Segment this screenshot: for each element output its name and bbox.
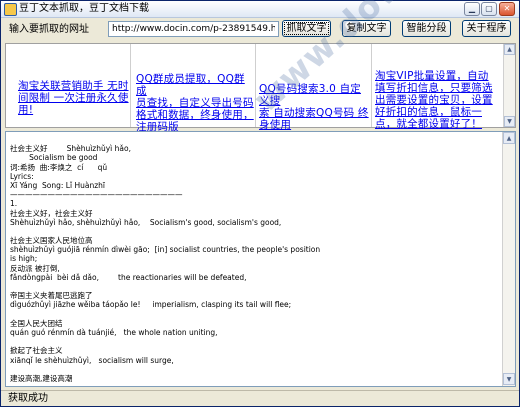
ad-cell-2: QQ群成员提取，QQ群成 员查找，自定义导出号码 格式和数据，终身使用， 注册码… — [131, 44, 256, 133]
text-scrollbar[interactable]: ▲ ▼ — [502, 132, 515, 386]
text-line: Shèhuìzhǔyì hǎo, shèhuìzhǔyì hǎo, Social… — [10, 217, 282, 227]
status-text: 获取成功 — [8, 393, 48, 404]
ad-line: 点，就全都设置好了！ — [375, 118, 482, 130]
scroll-up-icon[interactable]: ▲ — [504, 44, 515, 55]
url-label: 输入要抓取的网址 — [9, 24, 89, 35]
ad-line: QQ号码搜索3.0 自定义搜 — [259, 83, 361, 107]
ad-line: 格式和数据，终身使用， — [136, 109, 254, 121]
text-line: 掀起了社会主义 — [10, 346, 63, 356]
minimize-button[interactable]: ▁ — [464, 2, 480, 16]
text-line: 社会主义好，社会主义好 — [10, 208, 93, 218]
text-line: fǎndòngpài bèi dǎ dǎo, the reactionaries… — [10, 272, 247, 282]
text-line: is high; — [10, 254, 38, 264]
text-line — [10, 227, 498, 236]
status-bar: 获取成功 — [1, 390, 519, 407]
text-line: 建设高潮,建设高潮 — [10, 373, 73, 383]
ad-scrollbar[interactable]: ▲ ▼ — [503, 44, 515, 127]
text-line: shèhuìzhǔyì guójiā rénmín dìwèi gāo; [in… — [10, 245, 321, 255]
ad-line: 员查找，自定义导出号码 — [136, 97, 254, 109]
ad-line: 淘宝关联营销助手 无时 — [18, 80, 129, 92]
scroll-down-icon[interactable]: ▼ — [503, 373, 515, 385]
text-content[interactable]: 社会主义好 Shèhuìzhǔyì hǎo, Socialism be good… — [10, 135, 498, 383]
text-line: quán guó rénmín dà tuánjié, the whole na… — [10, 327, 218, 337]
ad-line: 出需要设置的宝贝，设置 — [375, 94, 493, 106]
text-line — [10, 337, 498, 346]
app-icon — [4, 3, 17, 16]
url-input[interactable] — [108, 21, 279, 37]
ad-line: 索 自动搜索QQ号码 终 — [259, 107, 369, 119]
ad-line: 间限制 一次注册永久使 — [18, 92, 129, 104]
text-line — [10, 310, 498, 319]
smart-paragraph-button[interactable]: 智能分段 — [402, 20, 451, 37]
text-line: 反动派 被打倒, — [10, 263, 60, 273]
text-line — [10, 365, 498, 374]
scroll-down-icon[interactable]: ▼ — [504, 116, 515, 127]
text-line: 帝国主义夹着尾巴逃跑了 — [10, 291, 93, 301]
text-line: 全国人民大团结 — [10, 318, 63, 328]
window-title: 豆丁文本抓取，豆丁文档下载 — [19, 3, 149, 14]
text-line: dìguózhǔyì jiāzhe wěiba táopǎo le! imper… — [10, 300, 292, 310]
text-line: Socialism be good — [10, 153, 98, 163]
ad-link-3[interactable]: QQ号码搜索3.0 自定义搜 索 自动搜索QQ号码 终 身使用 — [259, 83, 371, 131]
title-bar[interactable]: 豆丁文本抓取，豆丁文档下载 ▁ ▢ ✕ — [1, 1, 519, 18]
text-line: Xī Yáng Song: Lǐ Huànzhī — [10, 180, 105, 190]
close-button[interactable]: ✕ — [499, 2, 515, 16]
text-line: Lyrics: — [10, 171, 34, 181]
ad-line: 身使用 — [259, 119, 292, 131]
text-line: 社会主义好 Shèhuìzhǔyì hǎo, — [10, 144, 131, 154]
ad-link-2[interactable]: QQ群成员提取，QQ群成 员查找，自定义导出号码 格式和数据，终身使用， 注册码… — [136, 73, 255, 133]
ad-line: 淘宝VIP批量设置，自动 — [375, 70, 489, 82]
fetch-text-button[interactable]: 抓取文字 — [282, 20, 331, 37]
text-line: ——————————————————————— — [10, 190, 183, 200]
text-line: 社会主义国家人民地位高 — [10, 236, 93, 246]
ad-line: QQ群成员提取，QQ群成 — [136, 73, 245, 97]
copy-text-button[interactable]: 复制文字 — [342, 20, 391, 37]
ad-link-1[interactable]: 淘宝关联营销助手 无时 间限制 一次注册永久使 用! — [18, 80, 129, 116]
scroll-up-icon[interactable]: ▲ — [503, 132, 515, 144]
text-line: 词:希扬 曲:李焕之 cí qǔ — [10, 162, 108, 172]
text-line: xiānqǐ le shèhuìzhǔyì, socialism will su… — [10, 355, 174, 365]
ad-link-4[interactable]: 淘宝VIP批量设置，自动 填写折扣信息，只要筛选 出需要设置的宝贝，设置 好折扣… — [375, 70, 493, 130]
main-window: 豆丁文本抓取，豆丁文档下载 ▁ ▢ ✕ 输入要抓取的网址 抓取文字 复制文字 智… — [0, 0, 520, 407]
ad-line: 填写折扣信息，只要筛选 — [375, 82, 493, 94]
maximize-button[interactable]: ▢ — [481, 2, 497, 16]
ad-line: 用! — [18, 104, 34, 116]
text-line: 1. — [10, 199, 18, 209]
text-line — [10, 135, 498, 144]
text-output-area[interactable]: 社会主义好 Shèhuìzhǔyì hǎo, Socialism be good… — [5, 131, 516, 387]
ad-cell-3: QQ号码搜索3.0 自定义搜 索 自动搜索QQ号码 终 身使用 — [256, 44, 372, 131]
about-button[interactable]: 关于程序 — [462, 20, 511, 37]
ad-cell-1: 淘宝关联营销助手 无时 间限制 一次注册永久使 用! — [6, 44, 131, 127]
ad-panel: 淘宝关联营销助手 无时 间限制 一次注册永久使 用! QQ群成员提取，QQ群成 … — [5, 43, 516, 133]
text-line — [10, 282, 498, 291]
ad-line: 好折扣的信息，鼠标一 — [375, 106, 482, 118]
ad-cell-4: 淘宝VIP批量设置，自动 填写折扣信息，只要筛选 出需要设置的宝贝，设置 好折扣… — [372, 44, 502, 130]
